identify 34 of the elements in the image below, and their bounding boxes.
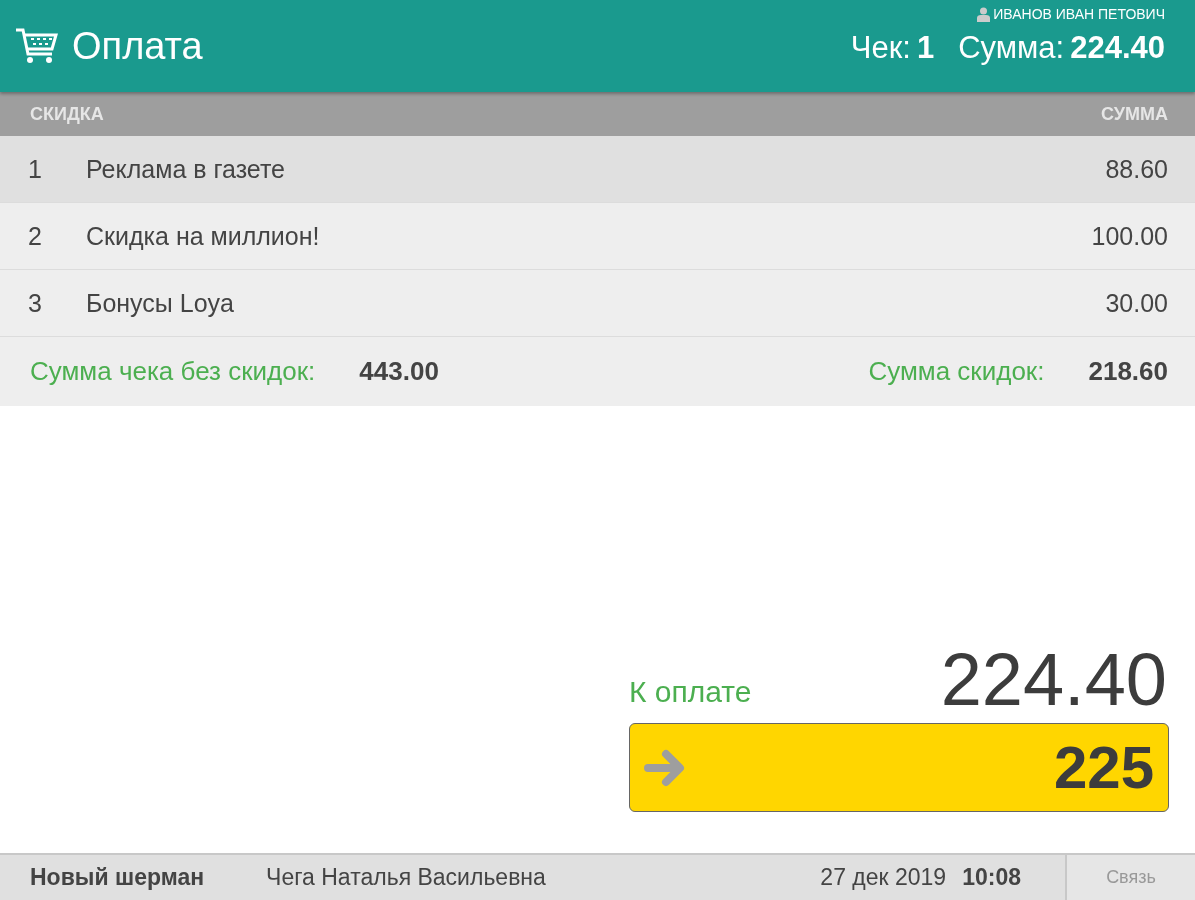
- row-number: 3: [28, 288, 43, 318]
- subtotal-label: Сумма чека без скидок:: [30, 356, 316, 387]
- sum-value: 224.40: [1070, 30, 1165, 66]
- row-number: 1: [28, 154, 43, 184]
- discount-name: Скидка на миллион!: [86, 221, 321, 251]
- subtotal-value: 443.00: [359, 356, 439, 387]
- user-name: ИВАНОВ ИВАН ПЕТОВИЧ: [993, 6, 1165, 22]
- page-title: Оплата: [72, 24, 203, 68]
- user-icon: [977, 6, 991, 22]
- arrow-right-icon: [644, 748, 686, 787]
- check-label: Чек:: [850, 30, 911, 66]
- discount-name: Бонусы Loya: [86, 288, 235, 318]
- discount-row[interactable]: 2 Скидка на миллион! 100.00: [0, 203, 1195, 270]
- cart-icon: [14, 27, 60, 65]
- discount-total-label: Сумма скидок:: [868, 356, 1045, 387]
- to-pay-label: К оплате: [629, 675, 752, 710]
- to-pay-amount: 224.40: [940, 643, 1167, 717]
- row-number: 2: [28, 221, 43, 251]
- check-number: 1: [916, 30, 935, 66]
- discount-row[interactable]: 1 Реклама в газете 88.60: [0, 136, 1195, 203]
- store-name: Новый шерман: [30, 864, 205, 891]
- payment-input-field[interactable]: 225: [629, 723, 1169, 812]
- date-text: 27 дек 2019: [820, 864, 947, 891]
- column-header: СКИДКА: [30, 103, 104, 125]
- discount-row[interactable]: 3 Бонусы Loya 30.00: [0, 270, 1195, 337]
- discount-total-value: 218.60: [1088, 356, 1168, 387]
- sum-label: Сумма:: [958, 30, 1065, 66]
- column-header: СУММА: [1101, 103, 1168, 125]
- discount-amount: 88.60: [1105, 154, 1168, 184]
- discount-name: Реклама в газете: [86, 154, 286, 184]
- cashier-name: Чега Наталья Васильевна: [266, 864, 546, 891]
- time-text: 10:08: [962, 864, 1021, 891]
- discount-amount: 100.00: [1091, 221, 1168, 251]
- discount-amount: 30.00: [1105, 288, 1168, 318]
